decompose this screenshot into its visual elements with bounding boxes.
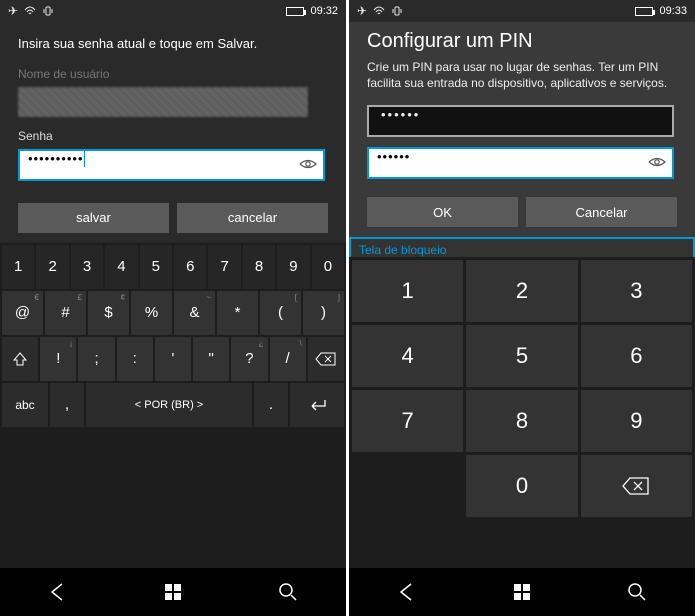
keyboard-row-3: !¡ ; : ' " ?¿ /\ <box>2 337 344 381</box>
clock: 09:32 <box>310 5 338 17</box>
reveal-password-icon[interactable] <box>299 155 317 173</box>
clock: 09:33 <box>659 5 687 17</box>
numkey-1[interactable]: 1 <box>352 260 463 322</box>
panel-subtitle: Crie um PIN para usar no lugar de senhas… <box>367 59 677 91</box>
key-3[interactable]: 3 <box>71 245 103 289</box>
keyboard-row-1: 1 2 3 4 5 6 7 8 9 0 <box>2 245 344 289</box>
numkey-8[interactable]: 8 <box>466 390 577 452</box>
key-7[interactable]: 7 <box>208 245 240 289</box>
key-dollar[interactable]: $¢ <box>88 291 129 335</box>
key-question[interactable]: ?¿ <box>231 337 267 381</box>
vibrate-icon <box>391 6 403 16</box>
pin-setup-panel: Configurar um PIN Crie um PIN para usar … <box>349 22 695 237</box>
key-percent[interactable]: % <box>131 291 172 335</box>
numkey-blank <box>352 455 463 517</box>
keyboard-row-2: @€ #£ $¢ % &~ * ([ )] <box>2 291 344 335</box>
key-at[interactable]: @€ <box>2 291 43 335</box>
home-nav-button[interactable] <box>513 583 531 601</box>
key-rparen[interactable]: )] <box>303 291 344 335</box>
phone-left: ✈ 09:32 Insira sua senha atual e toque e… <box>0 0 346 616</box>
password-input[interactable]: •••••••••• <box>18 149 325 181</box>
panel-title: Configurar um PIN <box>367 30 677 53</box>
status-bar: ✈ 09:33 <box>349 0 695 22</box>
status-bar: ✈ 09:32 <box>0 0 346 22</box>
instruction-text: Insira sua senha atual e toque em Salvar… <box>18 36 328 53</box>
back-nav-button[interactable] <box>48 582 68 602</box>
period-key[interactable]: . <box>254 383 288 427</box>
password-label: Senha <box>18 129 328 143</box>
back-nav-button[interactable] <box>397 582 417 602</box>
wifi-icon <box>24 6 36 16</box>
comma-key[interactable]: , <box>50 383 84 427</box>
nav-bar <box>0 568 346 616</box>
cancel-button[interactable]: Cancelar <box>526 197 677 227</box>
abc-key[interactable]: abc <box>2 383 48 427</box>
key-4[interactable]: 4 <box>105 245 137 289</box>
search-nav-button[interactable] <box>627 582 647 602</box>
lockscreen-header: Tela de bloqueio <box>349 237 695 257</box>
reveal-pin-icon[interactable] <box>648 153 666 171</box>
numkey-2[interactable]: 2 <box>466 260 577 322</box>
onscreen-keyboard: 1 2 3 4 5 6 7 8 9 0 @€ #£ $¢ % &~ * ([ )… <box>0 243 346 568</box>
password-prompt-panel: Insira sua senha atual e toque em Salvar… <box>0 22 346 243</box>
numkey-6[interactable]: 6 <box>581 325 692 387</box>
home-nav-button[interactable] <box>164 583 182 601</box>
username-field-blurred <box>18 87 308 117</box>
pin-input-2[interactable]: •••••• <box>367 147 674 179</box>
numkey-0[interactable]: 0 <box>466 455 577 517</box>
keyboard-row-4: abc , < POR (BR) > . <box>2 383 344 427</box>
battery-icon <box>635 7 653 16</box>
language-key[interactable]: < POR (BR) > <box>86 383 252 427</box>
enter-key[interactable] <box>290 383 344 427</box>
search-nav-button[interactable] <box>278 582 298 602</box>
backspace-key[interactable] <box>308 337 344 381</box>
numkey-3[interactable]: 3 <box>581 260 692 322</box>
vibrate-icon <box>42 6 54 16</box>
key-hash[interactable]: #£ <box>45 291 86 335</box>
key-lparen[interactable]: ([ <box>260 291 301 335</box>
key-colon[interactable]: : <box>117 337 153 381</box>
numkey-7[interactable]: 7 <box>352 390 463 452</box>
username-label: Nome de usuário <box>18 67 328 81</box>
pin-input-1[interactable]: •••••• <box>367 105 674 137</box>
key-amp[interactable]: &~ <box>174 291 215 335</box>
key-semi[interactable]: ; <box>78 337 114 381</box>
wifi-icon <box>373 6 385 16</box>
cancel-button[interactable]: cancelar <box>177 203 328 233</box>
numkey-9[interactable]: 9 <box>581 390 692 452</box>
key-slash[interactable]: /\ <box>270 337 306 381</box>
key-2[interactable]: 2 <box>36 245 68 289</box>
numkey-4[interactable]: 4 <box>352 325 463 387</box>
key-quote[interactable]: " <box>193 337 229 381</box>
airplane-icon: ✈ <box>8 4 18 18</box>
airplane-icon: ✈ <box>357 4 367 18</box>
save-button[interactable]: salvar <box>18 203 169 233</box>
numkey-backspace[interactable] <box>581 455 692 517</box>
numkey-5[interactable]: 5 <box>466 325 577 387</box>
key-star[interactable]: * <box>217 291 258 335</box>
key-0[interactable]: 0 <box>312 245 344 289</box>
ok-button[interactable]: OK <box>367 197 518 227</box>
key-excl[interactable]: !¡ <box>40 337 76 381</box>
key-6[interactable]: 6 <box>174 245 206 289</box>
key-8[interactable]: 8 <box>243 245 275 289</box>
key-1[interactable]: 1 <box>2 245 34 289</box>
key-9[interactable]: 9 <box>277 245 309 289</box>
battery-icon <box>286 7 304 16</box>
numpad: 1 2 3 4 5 6 7 8 9 0 <box>349 257 695 568</box>
shift-key[interactable] <box>2 337 38 381</box>
nav-bar <box>349 568 695 616</box>
key-5[interactable]: 5 <box>140 245 172 289</box>
key-apos[interactable]: ' <box>155 337 191 381</box>
phone-right: ✈ 09:33 Configurar um PIN Crie um PIN pa… <box>349 0 695 616</box>
